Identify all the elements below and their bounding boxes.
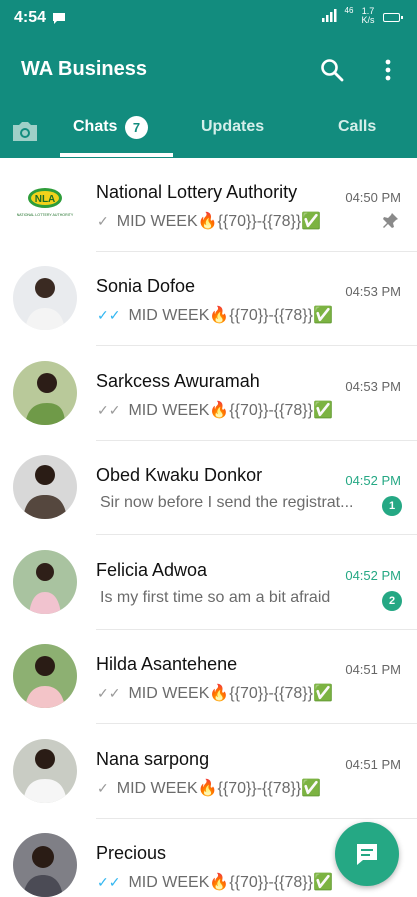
unread-count-badge: 1 <box>382 496 402 516</box>
preview-text: MID WEEK🔥{{70}}-{{78}}✅ <box>128 307 333 324</box>
chat-preview: ✓✓ MID WEEK🔥{{70}}-{{78}}✅ <box>97 683 377 703</box>
chat-time: 04:53 PM <box>345 284 401 299</box>
single-tick-icon: ✓ <box>97 780 109 796</box>
chat-preview: ✓ MID WEEK🔥{{70}}-{{78}}✅ <box>97 778 377 798</box>
app-title: WA Business <box>21 58 147 80</box>
double-tick-read-icon: ✓✓ <box>97 874 121 890</box>
avatar <box>13 266 77 330</box>
app-header: 4:54 46 1.7 K/s WA Business Chats 7 Upda… <box>0 0 417 158</box>
preview-text: MID WEEK🔥{{70}}-{{78}}✅ <box>128 874 333 891</box>
network-type: 46 <box>344 6 354 15</box>
pin-icon <box>383 213 398 228</box>
chat-row[interactable]: Nana sarpong 04:51 PM ✓ MID WEEK🔥{{70}}-{… <box>0 725 417 819</box>
divider <box>96 534 417 535</box>
chat-name: Precious <box>96 843 167 863</box>
chat-name: Sonia Dofoe <box>96 276 196 296</box>
tab-calls[interactable]: Calls <box>338 118 376 136</box>
chat-preview: Sir now before I send the registrat... <box>100 494 370 512</box>
camera-icon[interactable] <box>10 118 40 144</box>
single-tick-icon: ✓ <box>97 213 109 229</box>
chat-bubble-icon <box>53 13 65 24</box>
avatar <box>13 644 77 708</box>
avatar <box>13 550 77 614</box>
chat-name: Sarkcess Awuramah <box>96 371 260 391</box>
preview-text: MID WEEK🔥{{70}}-{{78}}✅ <box>116 213 322 230</box>
chat-time: 04:52 PM <box>345 473 401 488</box>
divider <box>96 723 417 724</box>
avatar <box>13 361 77 425</box>
double-tick-read-icon: ✓✓ <box>97 307 121 323</box>
new-chat-button[interactable] <box>335 822 399 886</box>
preview-text: Is my first time so am a bit afraid <box>100 589 331 606</box>
preview-text: Sir now before I send the registrat... <box>100 494 354 511</box>
chat-time: 04:53 PM <box>345 379 401 394</box>
network-speed: 1.7 K/s <box>360 7 376 25</box>
chat-name: National Lottery Authority <box>96 182 298 202</box>
battery-icon <box>383 13 403 22</box>
search-icon[interactable] <box>319 57 345 83</box>
avatar: NLA NATIONAL LOTTERY AUTHORITY <box>13 172 77 236</box>
nla-logo: NLA NATIONAL LOTTERY AUTHORITY <box>17 188 74 217</box>
chat-preview: ✓✓ MID WEEK🔥{{70}}-{{78}}✅ <box>97 400 377 420</box>
status-time: 4:54 <box>14 9 47 26</box>
chat-name: Felicia Adwoa <box>96 560 208 580</box>
chat-row[interactable]: Hilda Asantehene 04:51 PM ✓✓ MID WEEK🔥{{7… <box>0 630 417 724</box>
chat-time: 04:51 PM <box>345 662 401 677</box>
active-tab-indicator <box>60 153 173 157</box>
chat-preview: ✓ MID WEEK🔥{{70}}-{{78}}✅ <box>97 211 377 231</box>
chat-row[interactable]: Obed Kwaku Donkor 04:52 PM Sir now befor… <box>0 441 417 535</box>
tab-updates[interactable]: Updates <box>201 118 264 136</box>
preview-text: MID WEEK🔥{{70}}-{{78}}✅ <box>128 402 333 419</box>
double-tick-icon: ✓✓ <box>97 402 121 418</box>
chat-time: 04:51 PM <box>345 757 401 772</box>
chat-preview: ✓✓ MID WEEK🔥{{70}}-{{78}}✅ <box>97 305 377 325</box>
chat-row[interactable]: NLA NATIONAL LOTTERY AUTHORITY National … <box>0 158 417 252</box>
divider <box>96 345 417 346</box>
double-tick-icon: ✓✓ <box>97 685 121 701</box>
chats-unread-badge: 7 <box>125 116 148 139</box>
avatar <box>13 739 77 803</box>
chat-name: Obed Kwaku Donkor <box>96 465 263 485</box>
status-bar: 4:54 46 1.7 K/s <box>0 0 417 36</box>
preview-text: MID WEEK🔥{{70}}-{{78}}✅ <box>128 685 333 702</box>
new-chat-icon <box>357 844 377 865</box>
speed-unit: K/s <box>361 15 375 25</box>
logo-text: NLA <box>35 194 56 205</box>
chat-row[interactable]: Sonia Dofoe 04:53 PM ✓✓ MID WEEK🔥{{70}}-{… <box>0 252 417 346</box>
chat-name: Hilda Asantehene <box>96 654 238 674</box>
logo-caption: NATIONAL LOTTERY AUTHORITY <box>17 213 74 217</box>
chat-name: Nana sarpong <box>96 749 210 769</box>
chat-time: 04:52 PM <box>345 568 401 583</box>
tab-chats[interactable]: Chats <box>73 118 117 136</box>
chat-preview: Is my first time so am a bit afraid <box>100 589 370 607</box>
tab-bar: Chats 7 Updates Calls <box>0 104 417 158</box>
avatar <box>13 833 77 897</box>
chat-row[interactable]: Sarkcess Awuramah 04:53 PM ✓✓ MID WEEK🔥{{… <box>0 347 417 441</box>
more-options-icon[interactable] <box>375 57 399 83</box>
avatar <box>13 455 77 519</box>
unread-count-badge: 2 <box>382 591 402 611</box>
preview-text: MID WEEK🔥{{70}}-{{78}}✅ <box>116 780 322 797</box>
chat-time: 04:50 PM <box>345 190 401 205</box>
chat-row[interactable]: Felicia Adwoa 04:52 PM Is my first time … <box>0 536 417 630</box>
